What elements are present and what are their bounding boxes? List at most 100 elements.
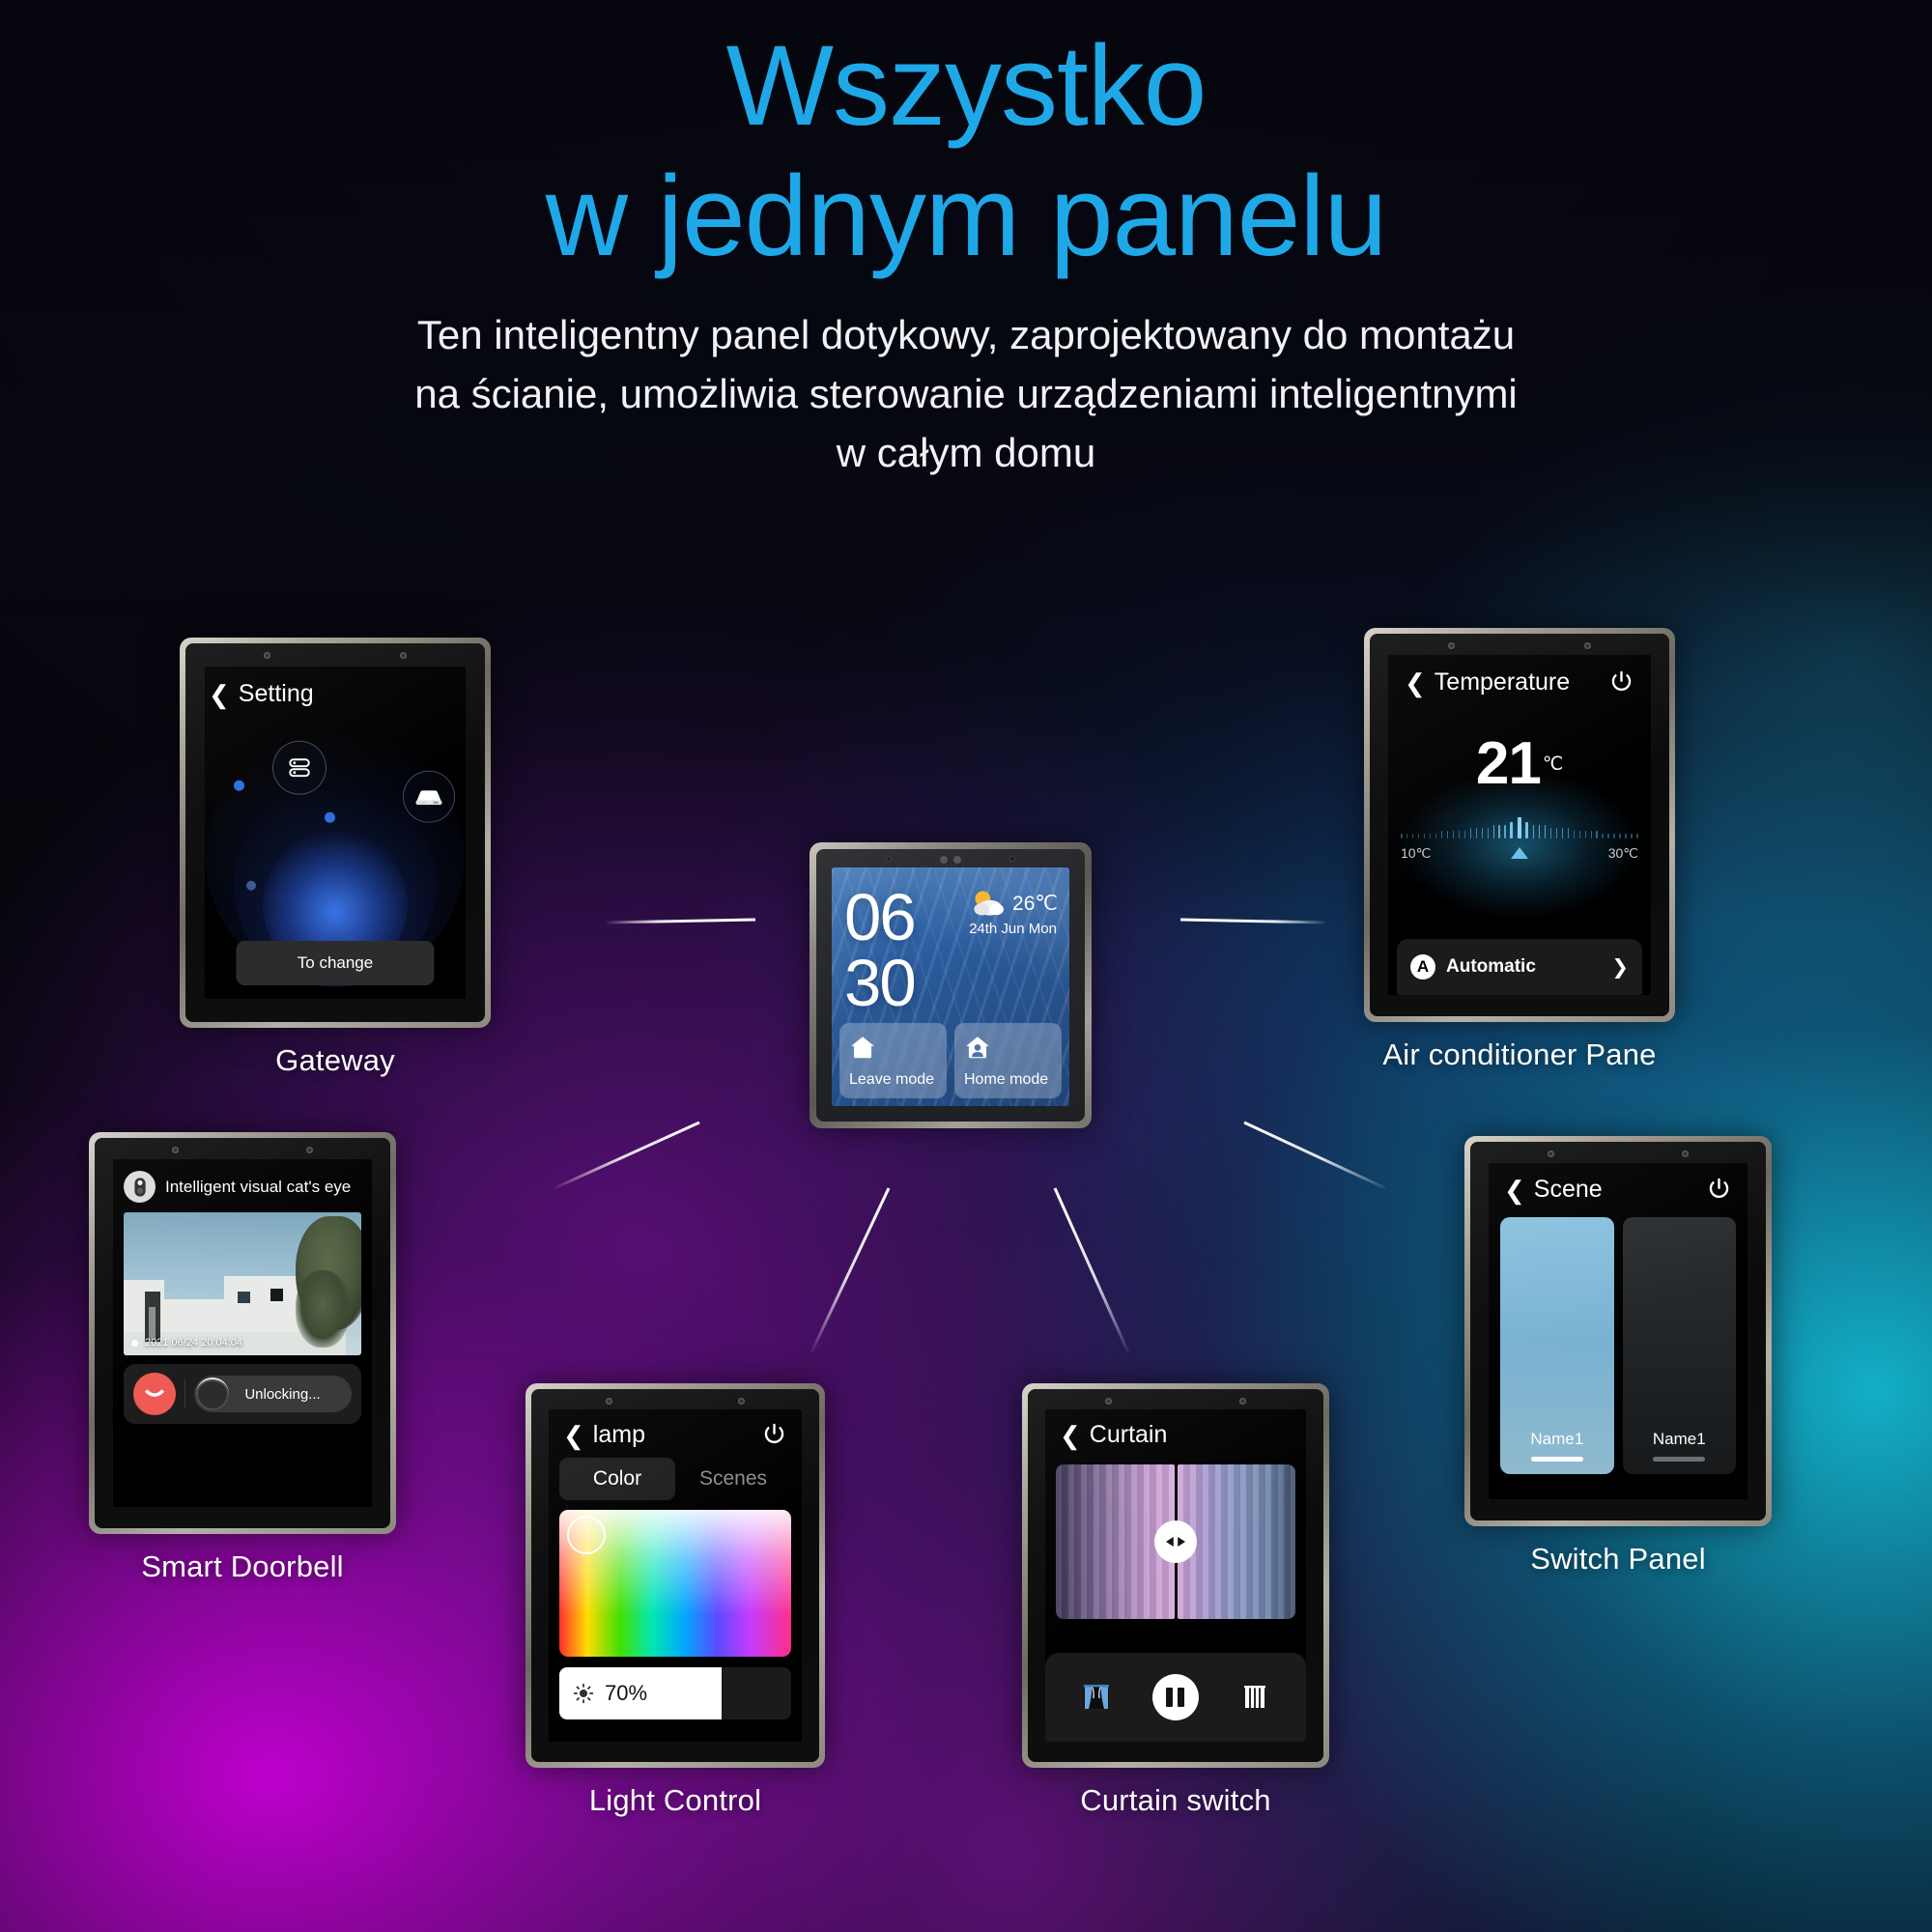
- ac-temperature-slider[interactable]: [1401, 815, 1638, 838]
- power-icon[interactable]: [761, 1422, 787, 1448]
- home-leave-mode-button[interactable]: Leave mode: [839, 1023, 947, 1098]
- device-light-control: ❮ lamp Color Scenes 70% Light Control: [526, 1383, 825, 1818]
- ac-scale-tick: [1567, 828, 1570, 838]
- home-frame-inner: 06 30 26℃ 24th Jun Mon Leave mode Home m…: [816, 849, 1085, 1122]
- server-icon: [289, 758, 310, 778]
- home-leave-mode-label: Leave mode: [849, 1071, 935, 1088]
- home-weather-temp: 26℃: [1012, 892, 1058, 915]
- device-gateway: ❮ Setting To change Gateway: [180, 638, 491, 1078]
- curtain-action-bar: [1045, 1653, 1306, 1742]
- gateway-to-change-button[interactable]: To change: [236, 941, 435, 985]
- curtain-drag-handle[interactable]: [1154, 1520, 1197, 1563]
- gateway-frame-inner: ❮ Setting To change: [185, 643, 485, 1022]
- ac-scale-tick: [1517, 817, 1521, 838]
- line-gateway-to-home: [606, 918, 756, 924]
- video-window-1: [238, 1292, 250, 1303]
- ac-mode-row[interactable]: A Automatic ❯: [1397, 939, 1642, 995]
- doorbell-controls: Unlocking...: [124, 1364, 361, 1424]
- home-home-mode-button[interactable]: Home mode: [954, 1023, 1062, 1098]
- sensor-dot-left-icon: [606, 1398, 613, 1405]
- back-chevron-icon[interactable]: ❮: [563, 1423, 584, 1448]
- doorbell-camera-icon: [124, 1171, 156, 1203]
- pause-bar-left-icon: [1166, 1688, 1174, 1707]
- switch-button-1[interactable]: Name1: [1500, 1217, 1614, 1474]
- ac-scale-tick: [1578, 831, 1581, 838]
- light-frame: ❮ lamp Color Scenes 70%: [526, 1383, 825, 1768]
- sensor-dot-right-icon: [1682, 1151, 1690, 1157]
- ac-scale-tick: [1475, 828, 1478, 838]
- switch-button-2-indicator: [1653, 1457, 1706, 1462]
- home-mode-buttons: Leave mode Home mode: [839, 1023, 1062, 1098]
- home-sensor-dots-center: [940, 856, 961, 864]
- gateway-frame: ❮ Setting To change: [180, 638, 491, 1028]
- sensor-dot-right-icon: [306, 1147, 314, 1153]
- curtain-open-icon[interactable]: [1082, 1683, 1111, 1712]
- back-chevron-icon[interactable]: ❮: [1060, 1423, 1081, 1448]
- ac-scale-tick: [1487, 828, 1490, 838]
- pause-bar-right-icon: [1178, 1688, 1185, 1707]
- gateway-screen: ❮ Setting To change: [205, 667, 466, 999]
- curtain-screen-title: Curtain: [1089, 1421, 1168, 1448]
- ac-scale-tick: [1423, 834, 1426, 838]
- unlock-slider[interactable]: Unlocking...: [194, 1376, 352, 1412]
- ac-scale-tick: [1510, 822, 1514, 838]
- curtain-close-icon[interactable]: [1240, 1683, 1269, 1712]
- curtain-pause-button[interactable]: [1151, 1674, 1199, 1720]
- light-screen-title: lamp: [592, 1421, 645, 1448]
- home-frame: 06 30 26℃ 24th Jun Mon Leave mode Home m…: [810, 842, 1092, 1128]
- gateway-node-device[interactable]: [403, 770, 456, 823]
- ac-scale-tick: [1625, 834, 1627, 838]
- switch-button-1-indicator: [1530, 1457, 1583, 1462]
- ac-scale-tick: [1446, 831, 1449, 838]
- doorbell-caption: Smart Doorbell: [141, 1549, 344, 1583]
- unlock-status-label: Unlocking...: [244, 1385, 321, 1403]
- ac-screen-title: Temperature: [1434, 668, 1571, 696]
- gateway-caption: Gateway: [275, 1043, 395, 1077]
- curtain-screen: ❮ Curtain: [1045, 1409, 1306, 1742]
- light-screen: ❮ lamp Color Scenes 70%: [549, 1409, 802, 1742]
- switch-button-2[interactable]: Name1: [1622, 1217, 1736, 1474]
- back-chevron-icon[interactable]: ❮: [1405, 670, 1426, 696]
- gateway-screen-header: ❮ Setting: [205, 667, 466, 708]
- power-icon[interactable]: [1608, 669, 1634, 696]
- video-window-2: [270, 1289, 283, 1301]
- ac-scale-tick: [1504, 825, 1506, 838]
- home-bezel: 06 30 26℃ 24th Jun Mon Leave mode Home m…: [816, 849, 1085, 1122]
- tab-color[interactable]: Color: [559, 1458, 675, 1500]
- color-picker-cursor[interactable]: [567, 1516, 606, 1554]
- ac-scale-row: 10℃ 30℃: [1401, 845, 1638, 862]
- video-person: [149, 1307, 156, 1340]
- ac-scale-tick: [1463, 831, 1466, 838]
- ac-frame-inner: ❮ Temperature 21 ℃ 10℃ 30℃ A Automatic ❯: [1370, 634, 1669, 1016]
- color-picker[interactable]: [559, 1510, 791, 1657]
- chevron-right-icon[interactable]: ❯: [1611, 955, 1629, 980]
- home-clock-hours: 06: [844, 880, 917, 954]
- unlock-slider-knob[interactable]: [196, 1378, 229, 1410]
- tab-scenes[interactable]: Scenes: [675, 1458, 791, 1500]
- brightness-slider[interactable]: 70%: [559, 1667, 791, 1719]
- ac-scale-tick: [1452, 831, 1455, 838]
- ac-bezel: ❮ Temperature 21 ℃ 10℃ 30℃ A Automatic ❯: [1370, 634, 1669, 1016]
- back-chevron-icon[interactable]: ❮: [1504, 1178, 1525, 1203]
- gateway-screen-title: Setting: [238, 680, 314, 707]
- page-subtitle-line1: Ten inteligentny panel dotykowy, zaproje…: [416, 312, 1516, 358]
- recording-dot-icon: [131, 1339, 138, 1347]
- sensor-dot-right-icon: [400, 652, 408, 659]
- ac-scale-tick: [1417, 834, 1420, 838]
- light-bezel: ❮ lamp Color Scenes 70%: [531, 1389, 819, 1762]
- home-weather-widget[interactable]: 26℃ 24th Jun Mon: [968, 889, 1058, 937]
- ac-screen-header: ❮ Temperature: [1401, 668, 1638, 696]
- power-icon[interactable]: [1706, 1177, 1732, 1203]
- hangup-button[interactable]: [133, 1373, 176, 1415]
- switch-button-1-label: Name1: [1530, 1430, 1584, 1448]
- gateway-title-group: ❮ Setting: [209, 680, 314, 708]
- light-frame-inner: ❮ lamp Color Scenes 70%: [531, 1389, 819, 1762]
- doorbell-video-feed[interactable]: 2021 06/24 20:04:04: [124, 1212, 361, 1355]
- curtain-preview: [1056, 1464, 1295, 1619]
- ac-scale-tick: [1636, 834, 1638, 838]
- page-title: Wszystko w jednym panelu: [0, 0, 1932, 281]
- sensor-dot-right-icon: [1584, 642, 1592, 649]
- line-light-to-home: [810, 1187, 891, 1353]
- ac-temperature-readout: 21 ℃: [1401, 729, 1638, 798]
- back-chevron-icon[interactable]: ❮: [209, 682, 230, 707]
